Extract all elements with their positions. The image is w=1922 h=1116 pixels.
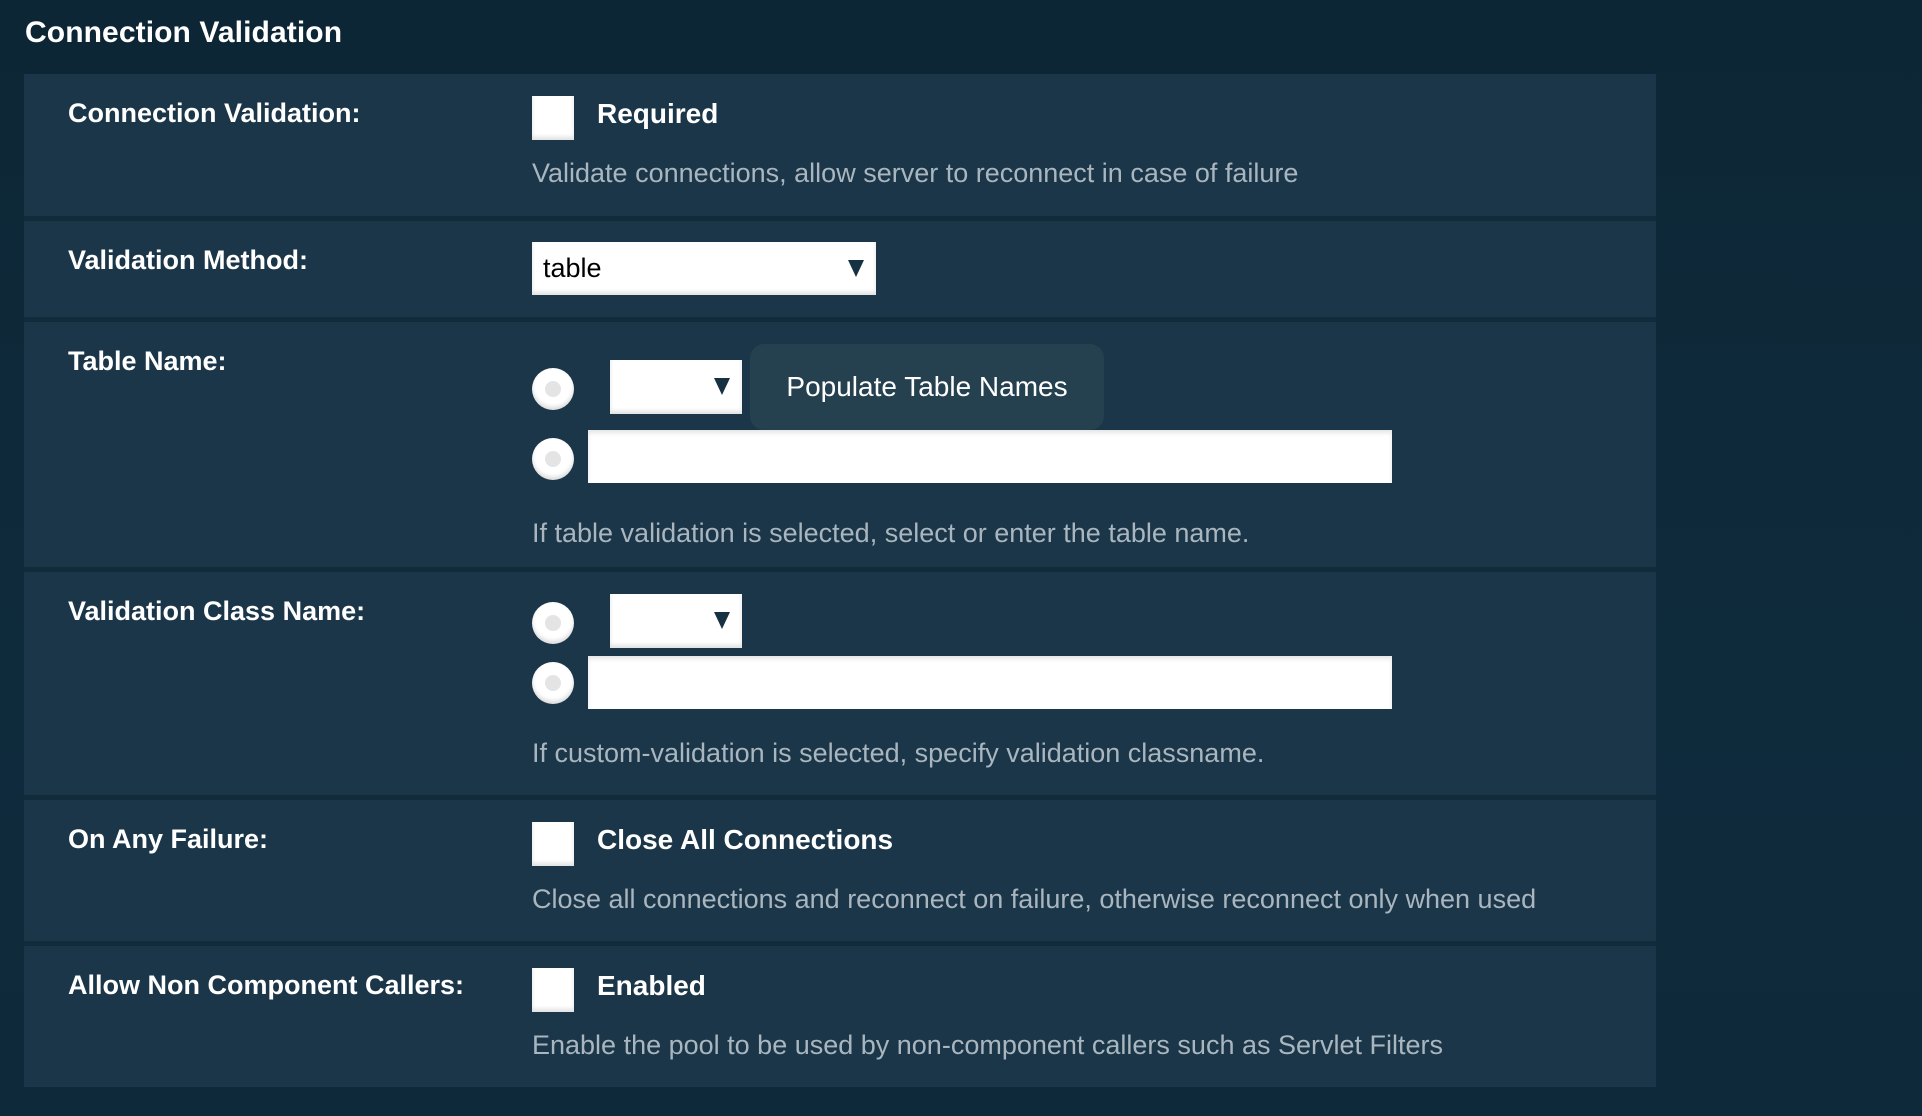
allow-non-component-callers-help: Enable the pool to be used by non-compon…: [532, 1030, 1444, 1060]
row-connection-validation: Connection Validation: Required Validate…: [24, 74, 1656, 216]
allow-non-component-callers-label: Allow Non Component Callers:: [68, 970, 465, 1000]
table-name-select[interactable]: [610, 360, 742, 414]
connection-validation-checkbox-label[interactable]: Required: [597, 98, 718, 130]
validation-class-select-radio[interactable]: [532, 602, 574, 644]
radio-dot-icon: [545, 615, 561, 631]
dropdown-arrow-icon: [848, 259, 864, 277]
row-validation-class-name: Validation Class Name: If custom-validat…: [24, 572, 1656, 795]
allow-non-component-callers-checkbox[interactable]: [532, 968, 574, 1012]
on-any-failure-help: Close all connections and reconnect on f…: [532, 884, 1537, 914]
validation-method-value: table: [543, 253, 602, 283]
connection-validation-label: Connection Validation:: [68, 98, 361, 128]
row-on-any-failure: On Any Failure: Close All Connections Cl…: [24, 800, 1656, 941]
table-name-input[interactable]: [588, 430, 1392, 483]
validation-class-text-radio[interactable]: [532, 662, 574, 704]
radio-dot-icon: [545, 675, 561, 691]
allow-non-component-callers-checkbox-label[interactable]: Enabled: [597, 970, 706, 1002]
table-name-label: Table Name:: [68, 346, 227, 376]
connection-validation-checkbox[interactable]: [532, 96, 574, 140]
validation-method-label: Validation Method:: [68, 245, 308, 275]
row-validation-method: Validation Method: table: [24, 221, 1656, 317]
dropdown-arrow-icon: [714, 378, 730, 395]
dropdown-arrow-icon: [714, 612, 730, 629]
row-allow-non-component-callers: Allow Non Component Callers: Enabled Ena…: [24, 946, 1656, 1087]
populate-table-names-button[interactable]: Populate Table Names: [750, 344, 1104, 430]
validation-class-input[interactable]: [588, 656, 1392, 709]
table-name-text-radio[interactable]: [532, 438, 574, 480]
section-title: Connection Validation: [25, 16, 343, 49]
row-table-name: Table Name: Populate Table Names If tabl…: [24, 322, 1656, 567]
connection-validation-help: Validate connections, allow server to re…: [532, 158, 1299, 188]
connection-validation-panel: Connection Validation: Required Validate…: [24, 74, 1656, 1087]
on-any-failure-label: On Any Failure:: [68, 824, 269, 854]
table-name-select-radio[interactable]: [532, 368, 574, 410]
close-all-connections-label[interactable]: Close All Connections: [597, 824, 893, 856]
validation-class-name-label: Validation Class Name:: [68, 596, 366, 626]
radio-dot-icon: [545, 451, 561, 467]
validation-class-select[interactable]: [610, 594, 742, 648]
radio-dot-icon: [545, 381, 561, 397]
table-name-help: If table validation is selected, select …: [532, 518, 1250, 548]
validation-class-help: If custom-validation is selected, specif…: [532, 738, 1265, 768]
validation-method-select[interactable]: table: [532, 242, 876, 295]
close-all-connections-checkbox[interactable]: [532, 822, 574, 866]
